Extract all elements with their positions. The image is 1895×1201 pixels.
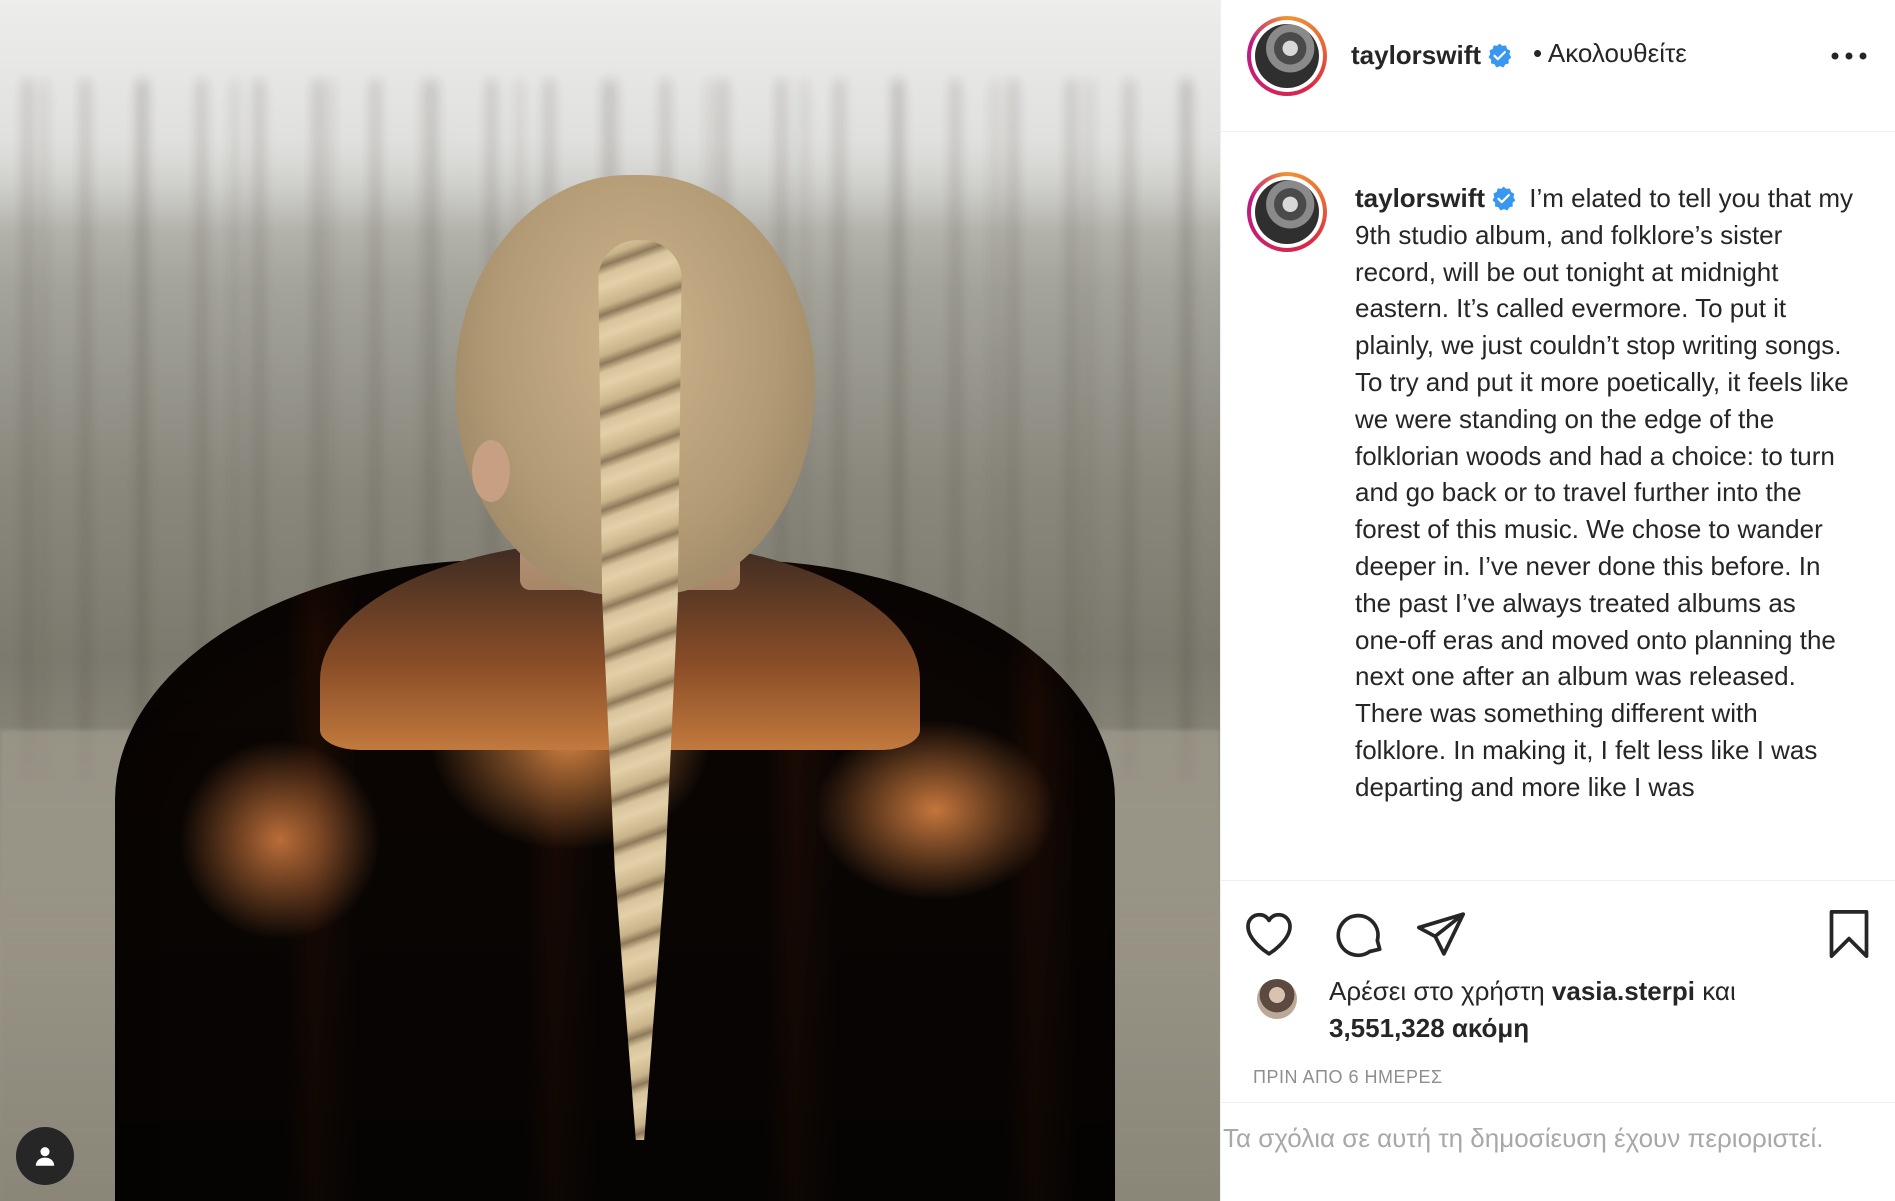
caption-username[interactable]: taylorswift	[1355, 183, 1516, 213]
more-options-icon[interactable]	[1829, 46, 1869, 66]
caption-section: taylorswift I’m elated to tell you that …	[1221, 132, 1895, 877]
following-status[interactable]: • Ακολουθείτε	[1533, 38, 1687, 69]
caption-text-block: taylorswift I’m elated to tell you that …	[1355, 180, 1855, 806]
liker-username[interactable]: vasia.sterpi	[1552, 976, 1695, 1006]
header-username-text[interactable]: taylorswift	[1351, 40, 1481, 70]
avatar-image	[1255, 24, 1319, 88]
person-icon	[35, 1147, 55, 1166]
header-avatar[interactable]	[1247, 16, 1327, 96]
liker-avatar[interactable]	[1257, 979, 1297, 1019]
header-username[interactable]: taylorswift	[1351, 40, 1512, 71]
caption-username-text[interactable]: taylorswift	[1355, 183, 1485, 213]
post-side-panel: taylorswift • Ακολουθείτε taylorswift I’…	[1220, 0, 1895, 1201]
comments-restricted-notice: Τα σχόλια σε αυτή τη δημοσίευση έχουν πε…	[1221, 1102, 1895, 1183]
verified-badge-icon	[1488, 43, 1512, 68]
tagged-users-button[interactable]	[16, 1127, 74, 1185]
paper-plane-icon[interactable]	[1413, 906, 1469, 962]
caption-text: I’m elated to tell you that my 9th studi…	[1355, 183, 1853, 802]
post-photo[interactable]	[0, 0, 1220, 1201]
verified-badge-icon	[1492, 186, 1516, 211]
likes-text: Αρέσει στο χρήστη vasia.sterpi και 3,551…	[1329, 973, 1877, 1047]
actions-section: Αρέσει στο χρήστη vasia.sterpi και 3,551…	[1221, 880, 1895, 1181]
avatar-image	[1255, 180, 1319, 244]
likes-count[interactable]: 3,551,328 ακόμη	[1329, 1013, 1529, 1043]
heart-icon[interactable]	[1241, 906, 1297, 962]
bookmark-icon[interactable]	[1821, 906, 1877, 962]
likes-summary: Αρέσει στο χρήστη vasia.sterpi και 3,551…	[1257, 973, 1877, 1047]
photo-ear	[472, 440, 510, 502]
comment-bubble-icon[interactable]	[1333, 906, 1389, 962]
caption-avatar[interactable]	[1247, 172, 1327, 252]
post-header: taylorswift • Ακολουθείτε	[1221, 0, 1895, 132]
post-timestamp[interactable]: ΠΡΙΝ ΑΠΟ 6 ΗΜΕΡΕΣ	[1253, 1067, 1443, 1088]
likes-joiner: και	[1702, 976, 1736, 1006]
comments-restricted-text: Τα σχόλια σε αυτή τη δημοσίευση έχουν πε…	[1223, 1123, 1824, 1153]
likes-prefix: Αρέσει στο χρήστη	[1329, 976, 1545, 1006]
